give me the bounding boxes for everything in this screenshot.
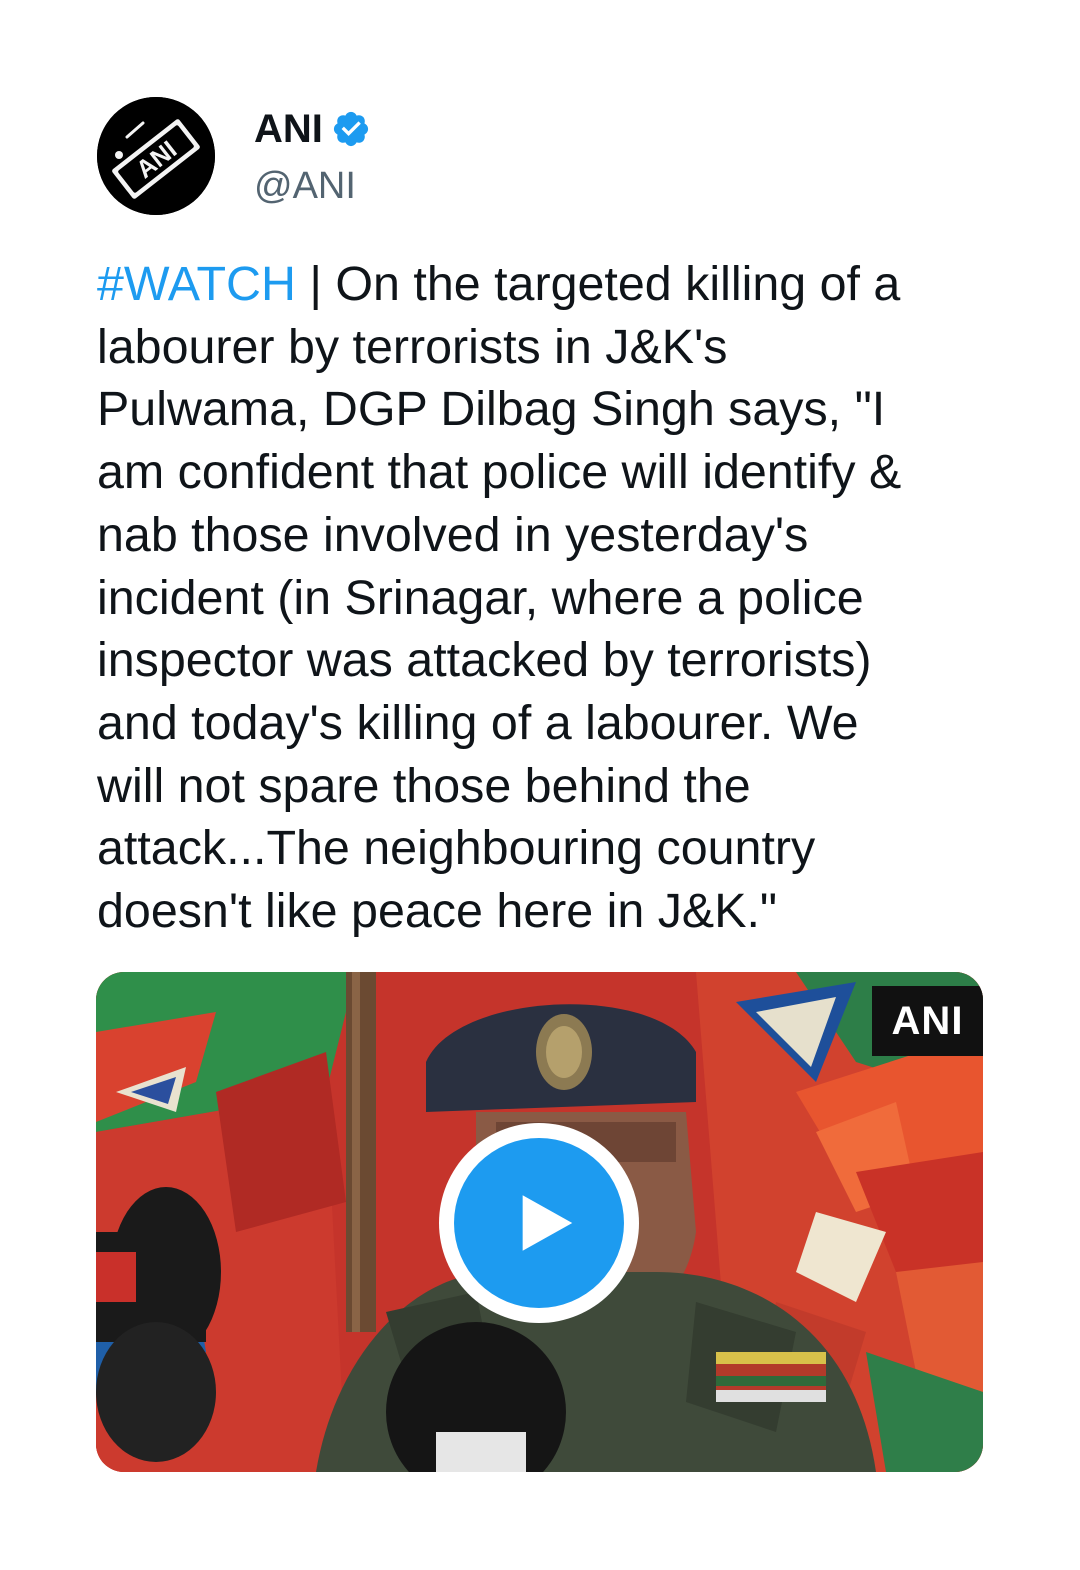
tweet-line-6: incident (in Srinagar, where a police bbox=[97, 570, 864, 625]
ani-watermark: ANI bbox=[872, 986, 983, 1056]
tweet-line-11: doesn't like peace here in J&K." bbox=[97, 884, 778, 939]
author-display-name[interactable]: ANI bbox=[254, 104, 323, 154]
tweet-line-2: labourer by terrorists in J&K's bbox=[97, 319, 728, 374]
author-avatar[interactable]: ANI bbox=[97, 97, 215, 215]
hashtag-link[interactable]: #WATCH bbox=[97, 257, 296, 311]
play-button-circle bbox=[454, 1138, 624, 1308]
tweet-line-5: nab those involved in yesterday's bbox=[97, 507, 809, 562]
verified-badge-icon bbox=[333, 111, 368, 147]
play-icon bbox=[522, 1195, 573, 1251]
tweet-line-10: attack...The neighbouring country bbox=[97, 821, 816, 876]
tweet-line-4: am confident that police will identify & bbox=[97, 445, 902, 500]
tweet-text: #WATCH | On the targeted killing of a la… bbox=[97, 253, 997, 943]
video-player[interactable]: ANI bbox=[96, 972, 983, 1472]
play-button[interactable] bbox=[439, 1123, 639, 1323]
ani-logo-icon: ANI bbox=[97, 97, 215, 215]
author-handle[interactable]: @ANI bbox=[254, 163, 356, 209]
tweet-line-7: inspector was attacked by terrorists) bbox=[97, 633, 872, 688]
tweet-line-3: Pulwama, DGP Dilbag Singh says, "I bbox=[97, 382, 886, 437]
tweet-line-9: will not spare those behind the bbox=[97, 758, 751, 813]
tweet-line-8: and today's killing of a labourer. We bbox=[97, 695, 859, 750]
author-name-row[interactable]: ANI bbox=[254, 104, 371, 154]
tweet-line-1: #WATCH | On the targeted killing of a bbox=[97, 257, 901, 311]
